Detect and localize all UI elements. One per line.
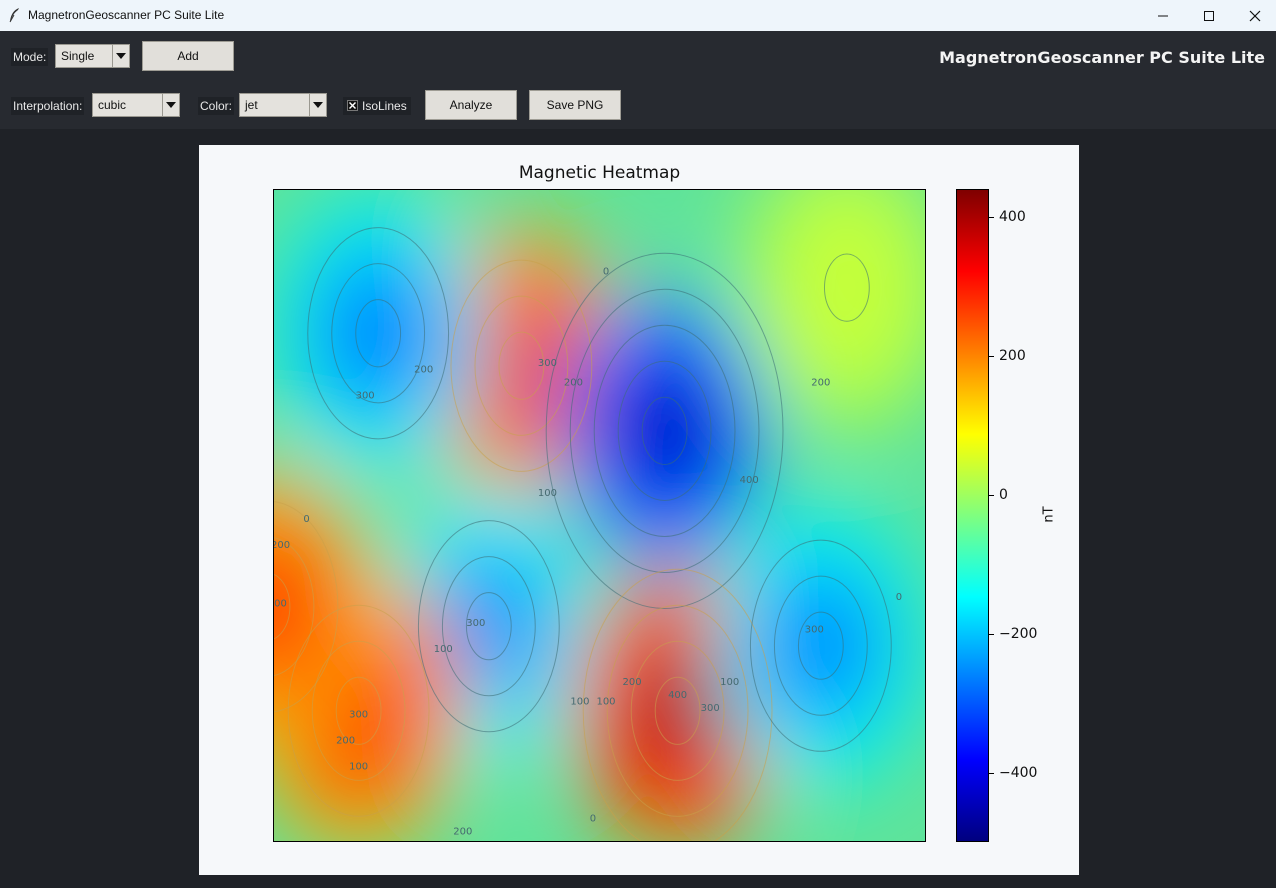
maximize-button[interactable] bbox=[1186, 0, 1232, 31]
chevron-down-icon bbox=[313, 102, 323, 108]
contour-label-24: 0 bbox=[590, 813, 596, 824]
chart-title: Magnetic Heatmap bbox=[518, 163, 681, 183]
contour-label-13: 300 bbox=[805, 625, 824, 636]
heatmap-svg: 0 300 200 200 300 100 200 400 0 200 300 300 100 300 0 1… bbox=[274, 190, 925, 841]
contour-label-9: 200 bbox=[274, 540, 290, 551]
colorbar-tick-label: 400 bbox=[999, 208, 1026, 225]
color-label: Color: bbox=[198, 97, 235, 115]
contour-label-25: 200 bbox=[453, 826, 472, 837]
contour-label-20: 300 bbox=[701, 703, 720, 714]
colorbar-tick-mark bbox=[989, 355, 994, 357]
minimize-icon bbox=[1158, 15, 1168, 16]
heatmap-plot-area: 0 300 200 200 300 100 200 400 0 200 300 300 100 300 0 1… bbox=[273, 189, 926, 842]
contour-label-14: 0 bbox=[896, 592, 902, 603]
save-png-button[interactable]: Save PNG bbox=[529, 90, 621, 120]
checkbox-checked-icon[interactable] bbox=[347, 100, 358, 111]
colorbar-tick-mark bbox=[989, 633, 994, 635]
add-button[interactable]: Add bbox=[142, 41, 234, 71]
brand-title: MagnetronGeoscanner PC Suite Lite bbox=[939, 48, 1265, 67]
contour-label-23: 100 bbox=[349, 761, 368, 772]
contour-label-10: 300 bbox=[274, 599, 287, 610]
colorbar-tick-label: −200 bbox=[999, 625, 1038, 642]
analyze-button[interactable]: Analyze bbox=[425, 90, 517, 120]
colorbar-label: nT bbox=[1041, 506, 1057, 523]
colorbar-tick-label: 0 bbox=[999, 486, 1008, 503]
colorbar bbox=[956, 189, 989, 842]
contour-label-22: 200 bbox=[336, 735, 355, 746]
close-icon bbox=[1249, 10, 1261, 21]
app-feather-icon bbox=[9, 8, 19, 23]
colorbar-tick-label: 200 bbox=[999, 347, 1026, 364]
contour-label-19: 400 bbox=[668, 690, 687, 701]
mode-label: Mode: bbox=[11, 48, 49, 66]
contour-label-7: 400 bbox=[740, 475, 759, 486]
chevron-down-icon bbox=[116, 53, 126, 59]
toolbar: Mode: Single Add MagnetronGeoscanner PC … bbox=[0, 31, 1276, 129]
heat-anomaly-2 bbox=[352, 301, 404, 366]
interpolation-value: cubic bbox=[98, 98, 127, 112]
maximize-icon bbox=[1204, 10, 1214, 21]
contour-label-5: 100 bbox=[538, 488, 557, 499]
interpolation-select[interactable]: cubic bbox=[92, 93, 180, 117]
contour-label-6: 200 bbox=[811, 377, 830, 388]
contour-label-17: 100 bbox=[596, 696, 615, 707]
contour-label-4: 300 bbox=[356, 390, 375, 401]
interpolation-dropdown-arrow[interactable] bbox=[162, 94, 179, 116]
interpolation-label: Interpolation: bbox=[11, 97, 85, 115]
contour-label-16: 100 bbox=[570, 696, 589, 707]
mode-select[interactable]: Single bbox=[55, 44, 130, 68]
chevron-down-icon bbox=[166, 102, 176, 108]
isolines-label: IsoLines bbox=[362, 99, 407, 113]
color-value: jet bbox=[245, 98, 258, 112]
heat-anomaly-1 bbox=[638, 398, 691, 463]
heat-anomaly-8 bbox=[821, 255, 873, 320]
contour-label-3: 200 bbox=[414, 364, 433, 375]
contour-label-15: 100 bbox=[720, 677, 739, 688]
colorbar-tick-mark bbox=[989, 772, 994, 774]
mode-dropdown-arrow[interactable] bbox=[112, 45, 129, 67]
contour-label-21: 300 bbox=[349, 709, 368, 720]
heat-anomaly-4 bbox=[651, 678, 704, 743]
contour-label-12: 100 bbox=[434, 644, 453, 655]
heatmap-figure: Magnetic Heatmap 0 300 200 200 300 100 200 400 0… bbox=[199, 145, 1079, 875]
isolines-checkbox[interactable]: IsoLines bbox=[343, 97, 411, 115]
contour-label-2: 200 bbox=[564, 377, 583, 388]
contour-label-1: 300 bbox=[538, 358, 557, 369]
title-bar: MagnetronGeoscanner PC Suite Lite bbox=[0, 0, 1276, 32]
color-select[interactable]: jet bbox=[239, 93, 327, 117]
heat-anomaly-7 bbox=[795, 613, 847, 678]
contour-label-8: 0 bbox=[303, 514, 309, 525]
contour-label-18: 200 bbox=[623, 677, 642, 688]
close-button[interactable] bbox=[1232, 0, 1276, 31]
window-title: MagnetronGeoscanner PC Suite Lite bbox=[28, 8, 225, 22]
color-dropdown-arrow[interactable] bbox=[309, 94, 326, 116]
mode-value: Single bbox=[61, 49, 95, 63]
colorbar-tick-mark bbox=[989, 494, 994, 496]
colorbar-tick-mark bbox=[989, 216, 994, 218]
contour-label-0: 0 bbox=[603, 267, 609, 278]
contour-label-11: 300 bbox=[466, 618, 485, 629]
colorbar-tick-label: −400 bbox=[999, 764, 1038, 781]
minimize-button[interactable] bbox=[1140, 0, 1186, 31]
